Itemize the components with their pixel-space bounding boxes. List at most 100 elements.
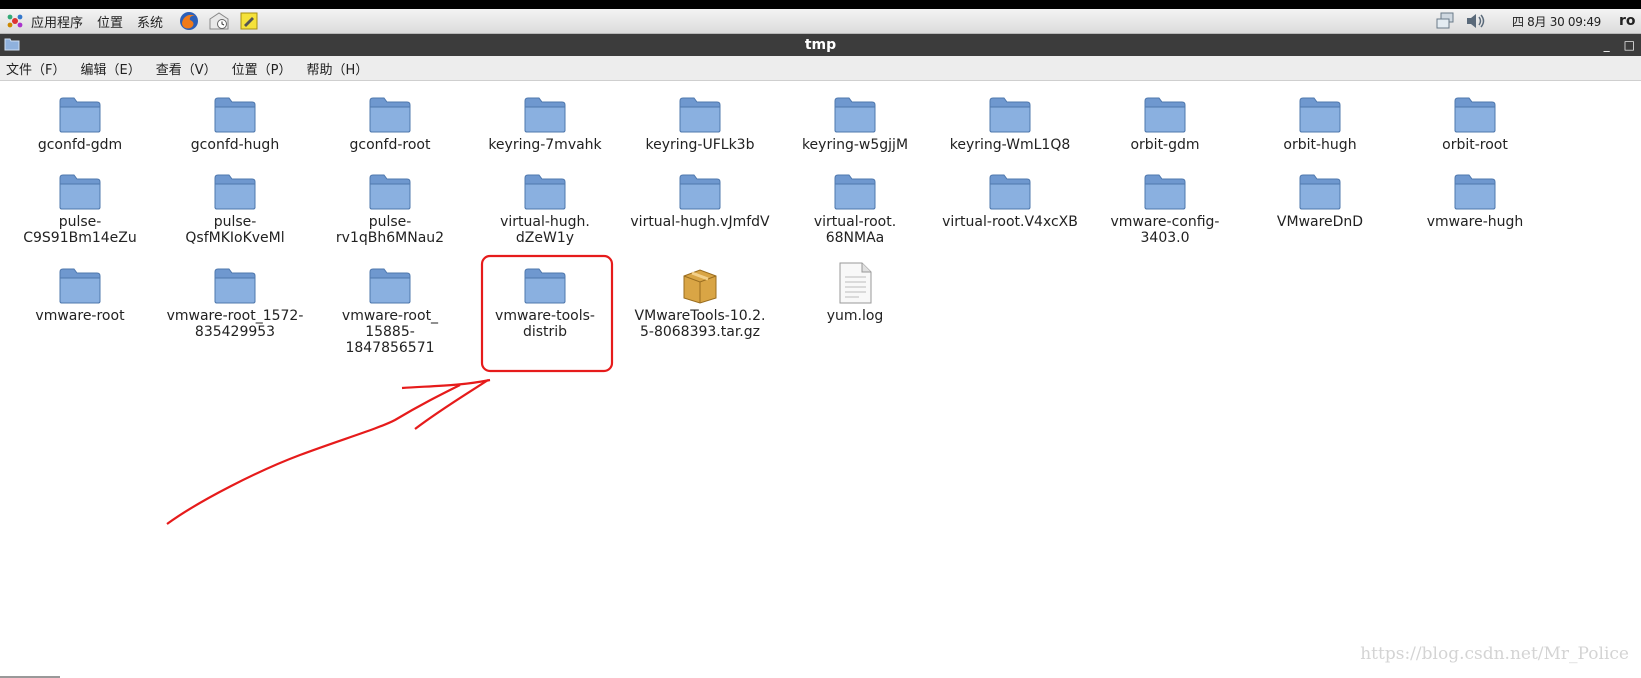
- file-name-label: keyring-w5gjjM: [801, 137, 909, 153]
- file-name-label: vmware-root_1572- 835429953: [166, 308, 304, 340]
- panel-tray: 四 8月 30 09:49 ro: [1434, 9, 1641, 33]
- file-item[interactable]: virtual-hugh.vJmfdV: [625, 170, 775, 230]
- file-item[interactable]: gconfd-hugh: [160, 93, 310, 153]
- folder-icon[interactable]: [523, 264, 567, 304]
- file-item[interactable]: vmware-hugh: [1400, 170, 1550, 230]
- file-name-label: gconfd-hugh: [190, 137, 280, 153]
- file-name-label: orbit-gdm: [1130, 137, 1200, 153]
- folder-icon[interactable]: [58, 170, 102, 210]
- top-strip: [0, 0, 1641, 9]
- window-titlebar[interactable]: tmp _ □: [0, 34, 1641, 56]
- file-item[interactable]: VMwareTools-10.2. 5-8068393.tar.gz: [625, 264, 775, 340]
- file-name-label: vmware-config- 3403.0: [1110, 214, 1220, 246]
- menu-edit[interactable]: 编辑（E）: [74, 59, 149, 78]
- folder-icon[interactable]: [523, 170, 567, 210]
- file-item[interactable]: gconfd-gdm: [5, 93, 155, 153]
- panel-user[interactable]: ro: [1619, 13, 1641, 29]
- folder-icon[interactable]: [833, 170, 877, 210]
- folder-icon[interactable]: [213, 93, 257, 133]
- folder-icon[interactable]: [988, 93, 1032, 133]
- file-item[interactable]: vmware-root_1572- 835429953: [160, 264, 310, 340]
- folder-icon[interactable]: [368, 93, 412, 133]
- file-icon-view[interactable]: gconfd-gdm gconfd-hugh gconfd-root keyring-…: [0, 81, 1641, 678]
- folder-icon[interactable]: [1453, 170, 1497, 210]
- panel-clock[interactable]: 四 8月 30 09:49: [1512, 13, 1601, 30]
- folder-icon[interactable]: [678, 93, 722, 133]
- network-icon[interactable]: [1434, 10, 1458, 32]
- gnome-foot-icon[interactable]: [6, 12, 24, 30]
- folder-icon[interactable]: [988, 170, 1032, 210]
- file-item[interactable]: pulse- rv1qBh6MNau2: [315, 170, 465, 246]
- file-item[interactable]: VMwareDnD: [1245, 170, 1395, 230]
- folder-icon[interactable]: [1143, 93, 1187, 133]
- panel-menu-applications[interactable]: 应用程序: [31, 12, 83, 31]
- menu-view[interactable]: 查看（V）: [150, 59, 226, 78]
- folder-icon[interactable]: [1298, 93, 1342, 133]
- file-item[interactable]: virtual-root.V4xcXB: [935, 170, 1085, 230]
- text-file-icon[interactable]: [833, 262, 877, 304]
- file-item[interactable]: orbit-root: [1400, 93, 1550, 153]
- file-item[interactable]: virtual-root. 68NMAa: [780, 170, 930, 246]
- file-name-label: keyring-WmL1Q8: [949, 137, 1071, 153]
- file-item[interactable]: vmware-root: [5, 264, 155, 324]
- file-name-label: vmware-root_ 15885- 1847856571: [341, 308, 439, 356]
- file-item[interactable]: pulse- QsfMKIoKveMl: [160, 170, 310, 246]
- file-item[interactable]: vmware-root_ 15885- 1847856571: [315, 264, 465, 356]
- file-item[interactable]: vmware-tools- distrib: [470, 264, 620, 340]
- file-name-label: gconfd-gdm: [37, 137, 123, 153]
- file-name-label: virtual-hugh.vJmfdV: [630, 214, 770, 230]
- file-name-label: VMwareDnD: [1276, 214, 1364, 230]
- folder-icon[interactable]: [58, 93, 102, 133]
- folder-icon[interactable]: [833, 93, 877, 133]
- file-item[interactable]: keyring-UFLk3b: [625, 93, 775, 153]
- file-name-label: vmware-hugh: [1426, 214, 1524, 230]
- minimize-button[interactable]: _: [1604, 38, 1610, 52]
- file-name-label: yum.log: [826, 308, 884, 324]
- top-panel: 应用程序 位置 系统 四 8月 30 09:49 ro: [0, 9, 1641, 34]
- file-item[interactable]: keyring-w5gjjM: [780, 93, 930, 153]
- menu-bar: 文件（F） 编辑（E） 查看（V） 位置（P） 帮助（H）: [0, 56, 1641, 81]
- folder-icon[interactable]: [213, 170, 257, 210]
- file-item[interactable]: pulse- C9S91Bm14eZu: [5, 170, 155, 246]
- folder-icon[interactable]: [678, 170, 722, 210]
- file-name-label: pulse- QsfMKIoKveMl: [185, 214, 285, 246]
- file-name-label: orbit-root: [1442, 137, 1508, 153]
- panel-menu-places[interactable]: 位置: [97, 12, 123, 31]
- file-name-label: VMwareTools-10.2. 5-8068393.tar.gz: [634, 308, 766, 340]
- file-item[interactable]: virtual-hugh. dZeW1y: [470, 170, 620, 246]
- file-item[interactable]: orbit-gdm: [1090, 93, 1240, 153]
- folder-icon[interactable]: [1453, 93, 1497, 133]
- folder-icon[interactable]: [58, 264, 102, 304]
- file-item[interactable]: gconfd-root: [315, 93, 465, 153]
- file-name-label: virtual-hugh. dZeW1y: [500, 214, 590, 246]
- file-item[interactable]: vmware-config- 3403.0: [1090, 170, 1240, 246]
- notes-edit-icon[interactable]: [238, 10, 260, 32]
- watermark: https://blog.csdn.net/Mr_Police: [1360, 644, 1629, 664]
- menu-places[interactable]: 位置（P）: [226, 59, 301, 78]
- file-name-label: keyring-UFLk3b: [645, 137, 755, 153]
- archive-icon[interactable]: [678, 264, 722, 304]
- file-item[interactable]: keyring-WmL1Q8: [935, 93, 1085, 153]
- folder-icon[interactable]: [368, 264, 412, 304]
- panel-menu-system[interactable]: 系统: [137, 12, 163, 31]
- folder-icon[interactable]: [368, 170, 412, 210]
- file-name-label: vmware-tools- distrib: [495, 308, 595, 340]
- window-controls: _ □: [1604, 34, 1635, 56]
- window-folder-icon[interactable]: [4, 36, 20, 56]
- folder-icon[interactable]: [523, 93, 567, 133]
- firefox-icon[interactable]: [178, 10, 200, 32]
- maximize-button[interactable]: □: [1624, 38, 1635, 52]
- mail-clock-icon[interactable]: [208, 10, 230, 32]
- menu-file[interactable]: 文件（F）: [0, 59, 74, 78]
- file-name-label: gconfd-root: [349, 137, 431, 153]
- file-item[interactable]: orbit-hugh: [1245, 93, 1395, 153]
- folder-icon[interactable]: [1143, 170, 1187, 210]
- file-name-label: virtual-root. 68NMAa: [813, 214, 897, 246]
- file-item[interactable]: keyring-7mvahk: [470, 93, 620, 153]
- file-name-label: keyring-7mvahk: [488, 137, 602, 153]
- folder-icon[interactable]: [1298, 170, 1342, 210]
- volume-icon[interactable]: [1464, 10, 1488, 32]
- menu-help[interactable]: 帮助（H）: [300, 59, 377, 78]
- folder-icon[interactable]: [213, 264, 257, 304]
- file-item[interactable]: yum.log: [780, 262, 930, 324]
